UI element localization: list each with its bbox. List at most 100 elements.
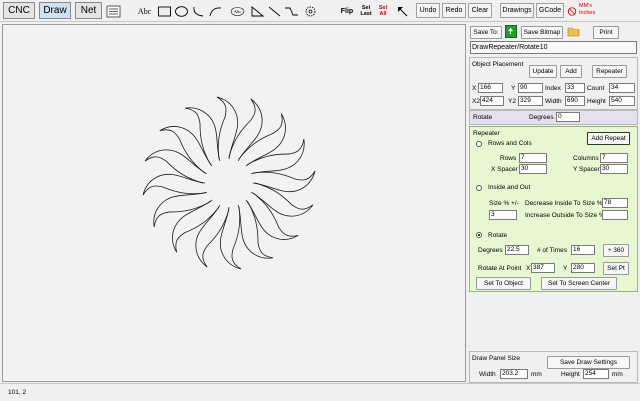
x2-label: X2 — [472, 98, 480, 105]
panel-width-field[interactable]: 203.2 — [500, 369, 528, 379]
index-label: Index — [545, 85, 561, 92]
clear-button[interactable]: Clear — [468, 3, 492, 18]
petal-shape[interactable] — [252, 170, 316, 193]
decrease-inside-field[interactable]: 78 — [602, 198, 628, 208]
petal-shape[interactable] — [240, 191, 299, 249]
y-spacer-label: Y Spacer — [573, 166, 600, 173]
drawing-canvas[interactable] — [2, 24, 466, 382]
rotate-label: Rotate — [473, 114, 493, 121]
set-to-object-button[interactable]: Set To Object — [476, 277, 531, 290]
panel-height-field[interactable]: 254 — [583, 369, 609, 379]
index-field[interactable]: 33 — [565, 83, 585, 93]
rotate-degrees-label: Degrees — [529, 114, 554, 121]
add-repeat-button[interactable]: Add Repeat — [587, 132, 630, 145]
save-to-button[interactable]: Save To: — [470, 26, 502, 39]
set-pt-button[interactable]: Set Pt — [603, 262, 629, 275]
tab-draw[interactable]: Draw — [39, 2, 71, 19]
panel-width-unit: mm — [531, 371, 542, 378]
rotate-radio[interactable] — [476, 232, 482, 238]
rows-field[interactable]: 7 — [519, 153, 547, 163]
update-button[interactable]: Update — [529, 65, 557, 78]
y2-label: Y2 — [508, 98, 516, 105]
select-all-button[interactable]: Sel All — [375, 3, 391, 19]
drawings-button[interactable]: Drawings — [500, 3, 534, 18]
decrease-inside-label: Decrease Inside To Size % — [525, 200, 603, 207]
rp-y-field[interactable]: 280 — [571, 263, 595, 273]
height-field[interactable]: 540 — [609, 96, 635, 106]
rp-degrees-field[interactable]: 22.5 — [505, 245, 529, 255]
divide-360-button[interactable]: ÷ 360 — [603, 244, 629, 257]
rectangle-tool-icon[interactable] — [156, 3, 173, 19]
select-last-button[interactable]: Sel Last — [358, 3, 374, 19]
petal-shape[interactable] — [216, 96, 239, 160]
cursor-coordinates: 101, 2 — [8, 389, 27, 396]
size-percent-label: Size % +/- — [489, 200, 519, 207]
columns-field[interactable]: 7 — [600, 153, 628, 163]
count-label: Count — [587, 85, 605, 92]
ellipse-tool-icon[interactable] — [173, 3, 190, 19]
gear-tool-icon[interactable] — [302, 3, 319, 19]
line-tool-icon[interactable] — [266, 3, 283, 19]
rows-label: Rows — [500, 155, 517, 162]
gcode-button[interactable]: GCode — [536, 3, 564, 18]
folder-icon[interactable] — [567, 25, 580, 38]
select-arrow-icon[interactable] — [394, 3, 411, 19]
upload-arrow-icon[interactable] — [505, 25, 517, 38]
panel-height-label: Height — [561, 371, 580, 378]
x-spacer-field[interactable]: 30 — [519, 164, 547, 174]
petal-shape[interactable] — [237, 113, 295, 172]
panel-height-unit: mm — [612, 371, 623, 378]
repeater-title: Repeater — [473, 130, 500, 137]
columns-label: Columns — [573, 155, 599, 162]
rp-x-label: X — [526, 265, 531, 272]
rows-cols-radio[interactable] — [476, 141, 482, 147]
rows-cols-label: Rows and Cols — [488, 140, 532, 147]
units-toggle-icon[interactable] — [566, 3, 578, 19]
width-label: Width — [545, 98, 562, 105]
text-tool-icon[interactable]: Abc — [134, 3, 155, 19]
rp-degrees-label: Degrees — [478, 247, 503, 254]
count-field[interactable]: 34 — [609, 83, 635, 93]
triangle-tool-icon[interactable] — [249, 3, 266, 19]
print-button[interactable]: Print — [593, 26, 619, 39]
petal-shape[interactable] — [162, 194, 220, 253]
increase-outside-field[interactable] — [602, 210, 628, 220]
circle-text-tool-icon[interactable]: Abc — [226, 3, 248, 19]
undo-button[interactable]: Undo — [416, 3, 440, 18]
y-field[interactable]: 90 — [518, 83, 543, 93]
units-label[interactable]: MM's Inches — [579, 3, 595, 17]
right-panel: Save To: Save Bitmap Print DrawRepeater/… — [467, 22, 640, 383]
inside-out-radio[interactable] — [476, 185, 482, 191]
save-bitmap-button[interactable]: Save Bitmap — [521, 26, 563, 39]
panel-width-label: Width — [479, 371, 496, 378]
save-draw-settings-button[interactable]: Save Draw Settings — [547, 356, 630, 369]
petal-shape[interactable] — [142, 173, 206, 196]
x2-field[interactable]: 424 — [480, 96, 504, 106]
tab-net[interactable]: Net — [75, 2, 102, 19]
curve-tool-icon[interactable] — [207, 3, 224, 19]
set-to-screen-center-button[interactable]: Set To Screen Center — [541, 277, 617, 290]
rp-y-label: Y — [563, 265, 568, 272]
rotated-petal-drawing — [142, 96, 316, 270]
rotate-degrees-field[interactable]: 0 — [556, 112, 580, 122]
flip-button[interactable]: Flip — [338, 3, 356, 19]
redo-button[interactable]: Redo — [442, 3, 466, 18]
polyline-tool-icon[interactable] — [283, 3, 300, 19]
petal-shape[interactable] — [219, 206, 242, 270]
toolbar: CNC Draw Net Abc Abc Flip Sel Last Sel A… — [0, 0, 640, 22]
filename-field[interactable]: DrawRepeater/Rotate10 — [470, 41, 637, 54]
petal-shape[interactable] — [159, 116, 218, 174]
repeater-button[interactable]: Repeater — [592, 65, 627, 78]
arc-tool-icon[interactable] — [190, 3, 207, 19]
times-field[interactable]: 16 — [571, 245, 595, 255]
rp-x-field[interactable]: 387 — [531, 263, 555, 273]
y2-field[interactable]: 329 — [518, 96, 543, 106]
x-field[interactable]: 166 — [478, 83, 503, 93]
width-field[interactable]: 690 — [565, 96, 585, 106]
x-spacer-label: X Spacer — [491, 166, 518, 173]
tab-cnc[interactable]: CNC — [3, 2, 35, 19]
add-button[interactable]: Add — [560, 65, 582, 78]
size-percent-field[interactable]: 3 — [489, 210, 517, 220]
menu-icon[interactable] — [105, 3, 122, 19]
y-spacer-field[interactable]: 30 — [600, 164, 628, 174]
